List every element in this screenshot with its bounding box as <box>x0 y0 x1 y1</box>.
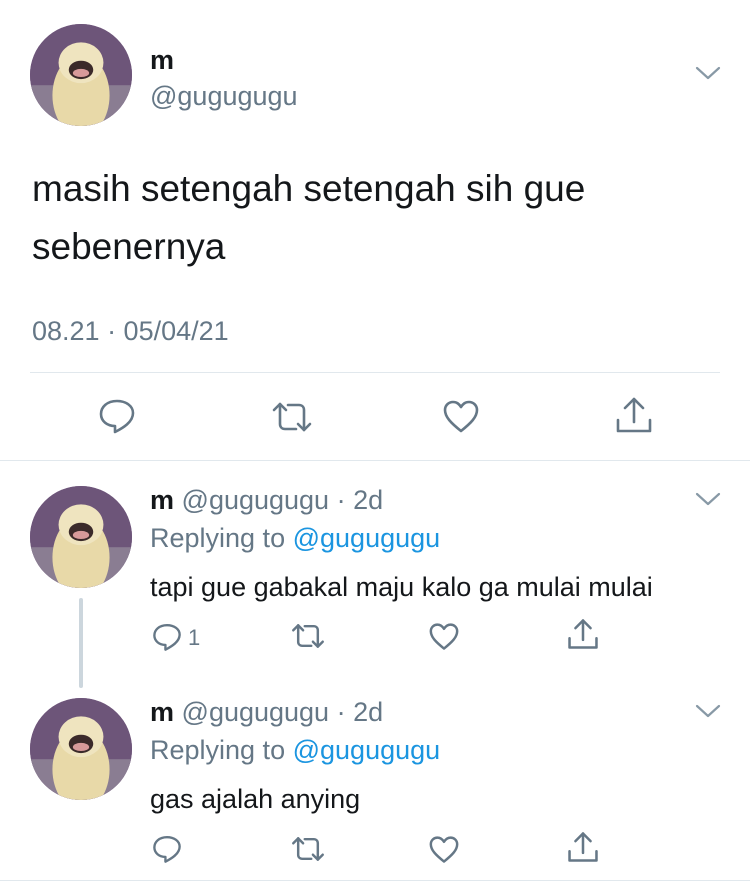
avatar[interactable] <box>30 698 132 800</box>
reply-header: m @gugugugu · 2d <box>150 696 383 728</box>
tweet-age[interactable]: · 2d <box>337 485 384 515</box>
replying-prefix: Replying to <box>150 523 286 553</box>
display-name[interactable]: m <box>150 697 174 727</box>
display-name[interactable]: m <box>150 44 174 76</box>
like-icon[interactable] <box>442 400 480 434</box>
duck-avatar-image <box>30 24 132 126</box>
tweet-age[interactable]: · 2d <box>337 697 384 727</box>
reply-text: gas ajalah anying <box>150 784 361 814</box>
reply-icon[interactable] <box>98 398 136 434</box>
divider <box>0 460 750 461</box>
share-icon[interactable] <box>566 618 600 650</box>
replying-handle-link[interactable]: @gugugugu <box>293 735 441 765</box>
avatar[interactable] <box>30 486 132 588</box>
retweet-icon[interactable] <box>270 400 314 434</box>
reply-icon[interactable] <box>152 622 182 652</box>
chevron-down-icon[interactable] <box>694 702 722 720</box>
divider <box>0 880 750 881</box>
chevron-down-icon[interactable] <box>694 490 722 508</box>
replying-prefix: Replying to <box>150 735 286 765</box>
timestamp[interactable]: 08.21 · 05/04/21 <box>32 314 229 348</box>
replying-handle-link[interactable]: @gugugugu <box>293 523 441 553</box>
divider <box>30 372 720 373</box>
thread-line <box>79 598 83 688</box>
avatar[interactable] <box>30 24 132 126</box>
handle[interactable]: @gugugugu <box>150 80 298 112</box>
duck-avatar-image <box>30 486 132 588</box>
share-icon[interactable] <box>566 831 600 863</box>
like-icon[interactable] <box>428 836 460 864</box>
chevron-down-icon[interactable] <box>694 64 722 82</box>
reply-count: 1 <box>188 625 201 650</box>
replying-to: Replying to @gugugugu <box>150 734 440 766</box>
handle[interactable]: @gugugugu <box>182 485 330 515</box>
reply-icon[interactable] <box>152 834 182 864</box>
share-icon[interactable] <box>614 396 654 434</box>
reply-header: m @gugugugu · 2d <box>150 484 383 516</box>
retweet-icon[interactable] <box>290 835 326 863</box>
duck-avatar-image <box>30 698 132 800</box>
tweet-text: masih setengah setengah sih gue sebenern… <box>32 168 586 267</box>
replying-to: Replying to @gugugugu <box>150 522 440 554</box>
like-icon[interactable] <box>428 623 460 651</box>
retweet-icon[interactable] <box>290 622 326 650</box>
display-name[interactable]: m <box>150 485 174 515</box>
handle[interactable]: @gugugugu <box>182 697 330 727</box>
reply-text: tapi gue gabakal maju kalo ga mulai mula… <box>150 572 653 602</box>
